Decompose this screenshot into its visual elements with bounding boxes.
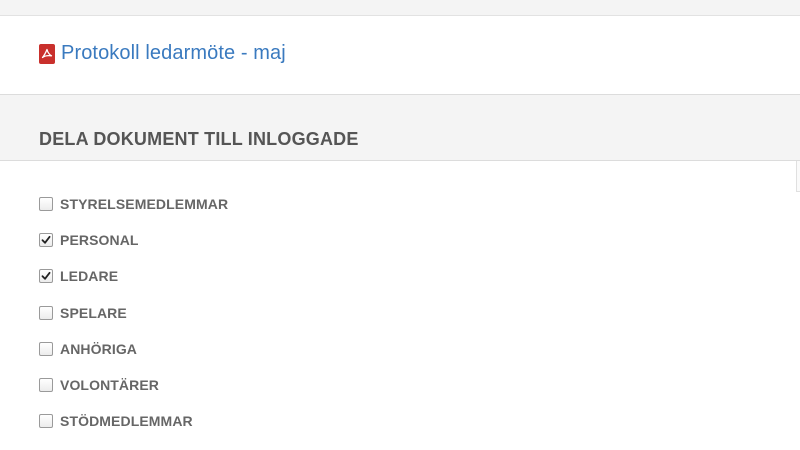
group-item-stodmedlemmar[interactable]: STÖDMEDLEMMAR xyxy=(39,403,228,439)
group-label: ANHÖRIGA xyxy=(60,340,138,357)
checkbox[interactable] xyxy=(39,305,53,320)
document-row: Protokoll ledarmöte - maj xyxy=(0,16,800,95)
group-label: LEDARE xyxy=(60,268,119,285)
group-label: PERSONAL xyxy=(60,232,139,249)
top-strip xyxy=(0,0,800,16)
checkbox[interactable] xyxy=(39,414,53,429)
checkbox[interactable] xyxy=(39,269,53,284)
group-label: VOLONTÄRER xyxy=(60,377,159,394)
checkbox[interactable] xyxy=(39,233,53,248)
side-tab-edge xyxy=(796,161,800,192)
group-item-volontarer[interactable]: VOLONTÄRER xyxy=(39,367,228,403)
group-label: STÖDMEDLEMMAR xyxy=(60,413,193,430)
document-link[interactable]: Protokoll ledarmöte - maj xyxy=(39,42,286,65)
share-group-list: STYRELSEMEDLEMMAR PERSONAL LEDARE SPELAR… xyxy=(39,186,228,439)
group-item-anhoriga[interactable]: ANHÖRIGA xyxy=(39,331,228,367)
pdf-file-icon xyxy=(39,43,55,64)
group-item-personal[interactable]: PERSONAL xyxy=(39,222,228,258)
share-section-title: DELA DOKUMENT TILL INLOGGADE xyxy=(39,129,359,149)
checkmark-icon xyxy=(41,236,51,244)
group-item-spelare[interactable]: SPELARE xyxy=(39,295,228,331)
document-title: Protokoll ledarmöte - maj xyxy=(61,42,286,64)
group-label: STYRELSEMEDLEMMAR xyxy=(60,196,229,213)
checkmark-icon xyxy=(41,272,51,281)
checkbox[interactable] xyxy=(39,341,53,356)
checkbox[interactable] xyxy=(39,378,53,393)
group-label: SPELARE xyxy=(60,304,127,321)
group-item-ledare[interactable]: LEDARE xyxy=(39,258,228,294)
group-item-styrelsemedlemmar[interactable]: STYRELSEMEDLEMMAR xyxy=(39,186,228,222)
checkbox[interactable] xyxy=(39,197,53,212)
share-section-header: DELA DOKUMENT TILL INLOGGADE xyxy=(0,95,800,161)
